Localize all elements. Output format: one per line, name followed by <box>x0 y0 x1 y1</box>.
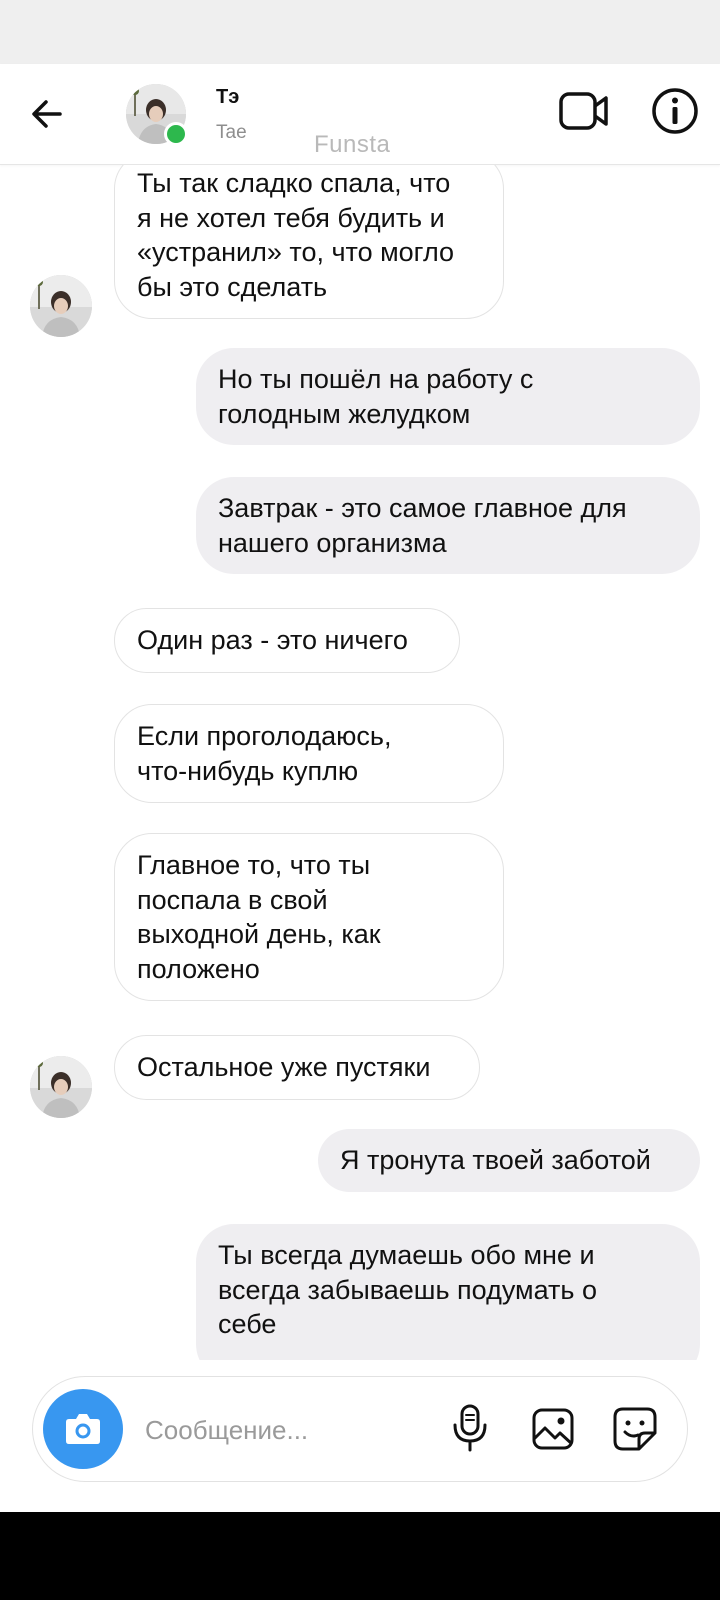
message-text: Ты так сладко спала, что я не хотел тебя… <box>137 168 455 302</box>
arrow-left-icon <box>32 100 62 128</box>
camera-icon <box>66 1414 100 1444</box>
message-bubble-outgoing[interactable]: Ты всегда думаешь обо мне и всегда забыв… <box>196 1224 700 1360</box>
sender-avatar[interactable] <box>30 275 92 337</box>
message-text: Один раз - это ничего <box>137 625 408 655</box>
message-text: Я тронута твоей заботой <box>340 1145 651 1175</box>
message-text: Главное то, что ты поспала в свой выходн… <box>137 850 381 984</box>
chat-header: Тэ Tae Funsta <box>0 64 720 165</box>
message-text: Завтрак - это самое главное для нашего о… <box>218 493 627 558</box>
sticker-icon <box>613 1407 657 1451</box>
status-bar-area <box>0 0 720 64</box>
camera-button[interactable] <box>43 1389 123 1469</box>
video-call-button[interactable] <box>558 89 610 133</box>
info-icon <box>652 88 698 134</box>
message-bubble-outgoing[interactable]: Завтрак - это самое главное для нашего о… <box>196 477 700 574</box>
contact-name[interactable]: Тэ <box>216 86 239 109</box>
message-input[interactable] <box>143 1407 437 1453</box>
message-bubble-incoming[interactable]: Ты так сладко спала, что я не хотел тебя… <box>114 165 504 319</box>
message-text: Остальное уже пустяки <box>137 1052 431 1082</box>
contact-username[interactable]: Tae <box>216 122 247 144</box>
message-bubble-incoming[interactable]: Один раз - это ничего <box>114 608 460 673</box>
voice-message-button[interactable] <box>451 1403 489 1453</box>
sticker-button[interactable] <box>611 1405 659 1453</box>
message-text: Но ты пошёл на работу с голодным желудко… <box>218 364 534 429</box>
system-navigation-bar <box>0 1512 720 1600</box>
message-bubble-incoming[interactable]: Остальное уже пустяки <box>114 1035 480 1100</box>
message-composer <box>32 1376 688 1482</box>
message-bubble-outgoing[interactable]: Я тронута твоей заботой <box>318 1129 700 1192</box>
info-button[interactable] <box>650 86 700 136</box>
message-text: Ты всегда думаешь обо мне и всегда забыв… <box>218 1240 597 1339</box>
image-icon <box>532 1408 574 1450</box>
online-status-dot <box>164 122 188 146</box>
message-bubble-outgoing[interactable]: Но ты пошёл на работу с голодным желудко… <box>196 348 700 445</box>
sender-avatar[interactable] <box>30 1056 92 1118</box>
message-bubble-incoming[interactable]: Главное то, что ты поспала в свой выходн… <box>114 833 504 1001</box>
video-camera-icon <box>559 92 608 130</box>
message-bubble-incoming[interactable]: Если проголодаюсь, что-нибудь куплю <box>114 704 504 803</box>
watermark: Funsta <box>314 131 391 158</box>
message-text: Если проголодаюсь, что-нибудь куплю <box>137 721 392 786</box>
back-button[interactable] <box>24 90 78 138</box>
microphone-icon <box>453 1404 487 1452</box>
message-thread[interactable]: Ты так сладко спала, что я не хотел тебя… <box>0 165 720 1360</box>
gallery-button[interactable] <box>531 1407 575 1451</box>
contact-avatar[interactable] <box>126 84 188 146</box>
